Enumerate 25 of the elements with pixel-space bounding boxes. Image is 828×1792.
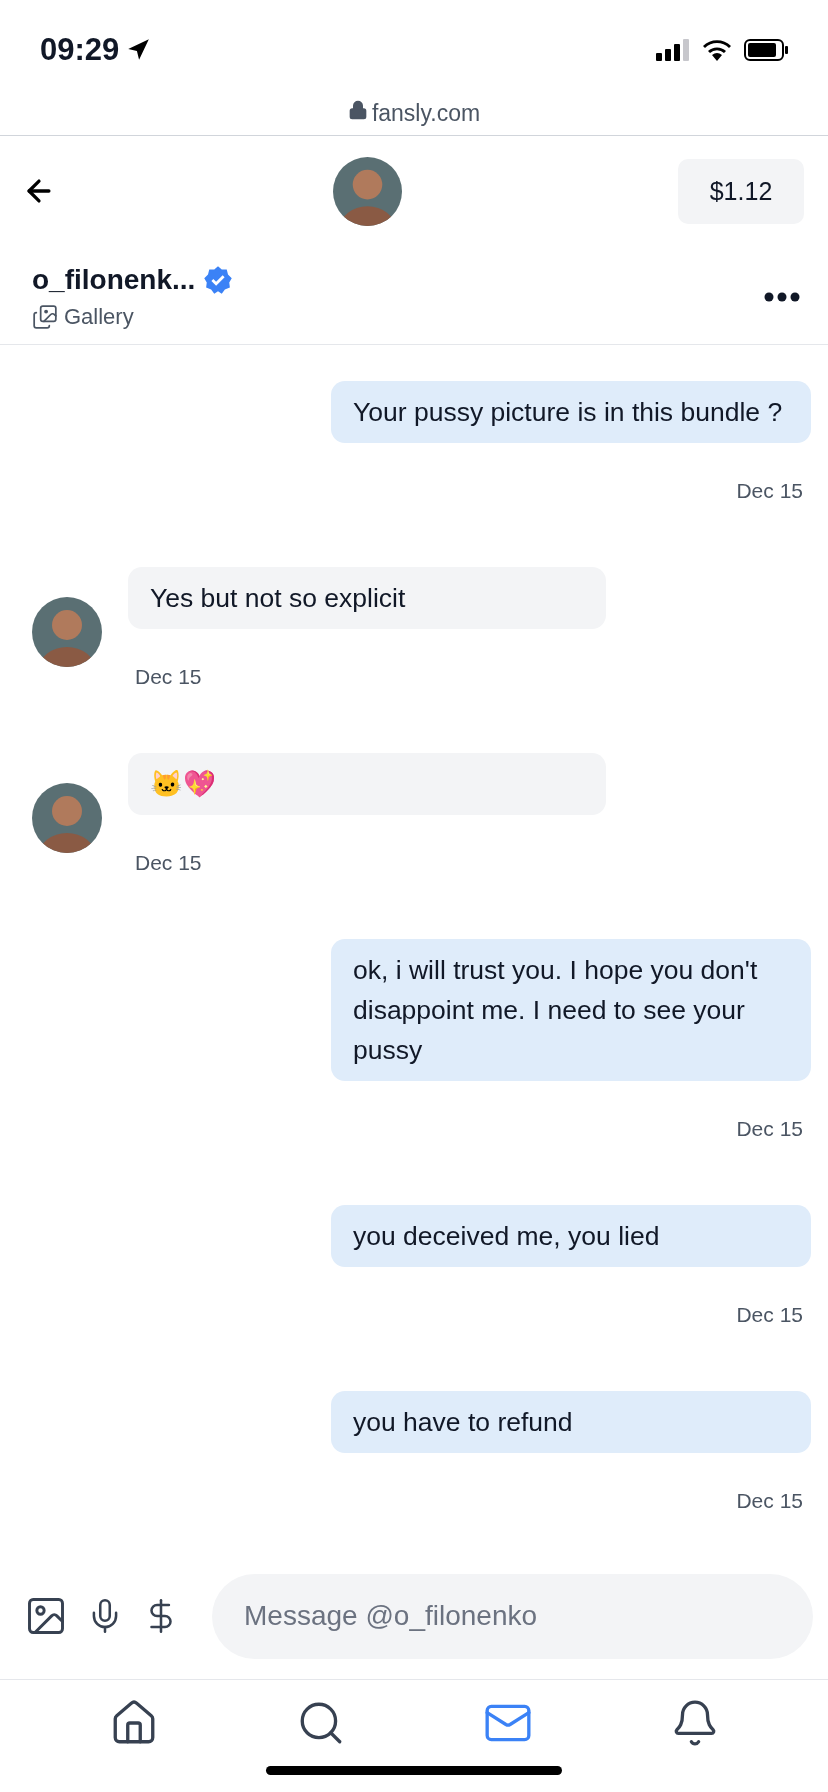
message-bubble: 🐱💖 bbox=[128, 753, 606, 815]
gallery-icon bbox=[32, 304, 58, 330]
more-options-icon[interactable] bbox=[764, 292, 800, 302]
username: o_filonenk... bbox=[32, 264, 196, 296]
wifi-icon bbox=[702, 39, 732, 61]
status-time: 09:29 bbox=[40, 32, 120, 68]
message-bubble: Your pussy picture is in this bundle ? bbox=[331, 381, 811, 443]
message-date: Dec 15 bbox=[736, 1303, 803, 1327]
url-text: fansly.com bbox=[371, 100, 481, 127]
message-date: Dec 15 bbox=[736, 479, 803, 503]
message-bubble: Yes but not so explicit bbox=[128, 567, 606, 629]
lock-icon bbox=[347, 100, 368, 120]
message-bubble: ok, i will trust you. I hope you don't disappoint me. I need to see your pussy bbox=[331, 939, 811, 1081]
message-date: Dec 15 bbox=[736, 1489, 803, 1513]
message-bubble: you have to refund bbox=[331, 1391, 811, 1453]
verified-badge-icon bbox=[203, 265, 234, 295]
message-bubble: you deceived me, you lied bbox=[331, 1205, 811, 1267]
gallery-link[interactable]: Gallery bbox=[64, 304, 134, 330]
balance-button[interactable]: $1.12 bbox=[678, 158, 804, 224]
message-date: Dec 15 bbox=[135, 851, 203, 875]
message-date: Dec 15 bbox=[135, 665, 203, 689]
battery-icon bbox=[744, 39, 788, 61]
message-input[interactable]: Message @o_filonenko bbox=[212, 1573, 813, 1659]
message-date: Dec 15 bbox=[736, 1117, 803, 1141]
signal-icon bbox=[656, 39, 690, 61]
